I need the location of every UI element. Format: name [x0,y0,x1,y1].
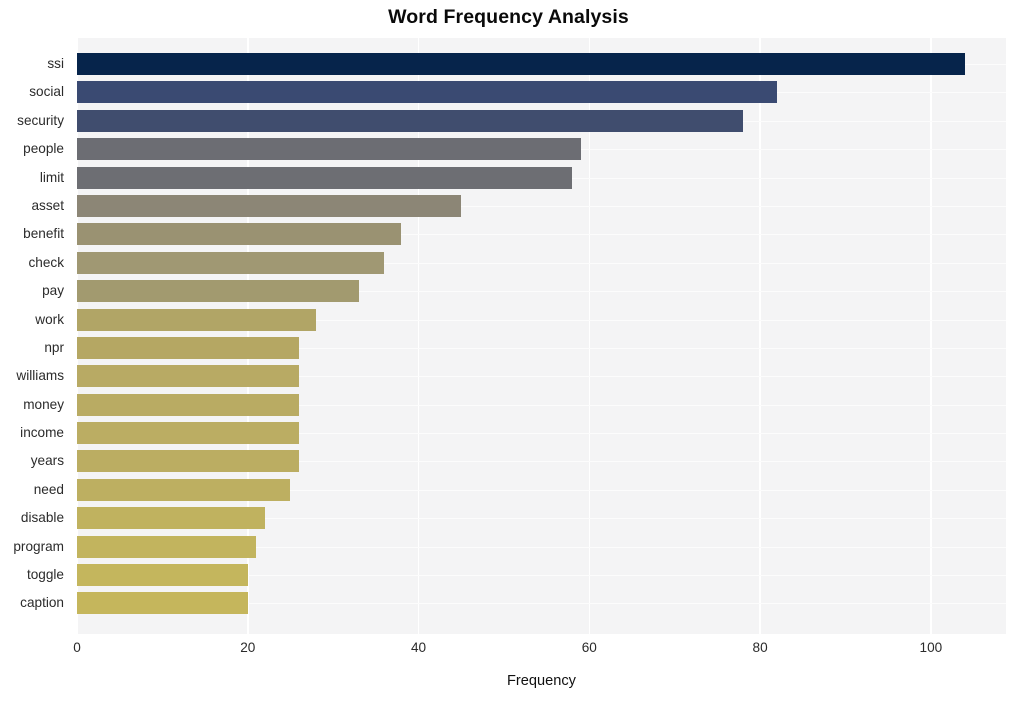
bar-program [77,535,257,558]
y-tick-label-limit: limit [39,169,64,185]
y-tick-label-npr: npr [44,339,64,355]
x-tick-label-100: 100 [919,640,943,655]
y-tick-label-program: program [13,538,64,554]
bar-years [77,450,299,473]
y-tick-label-money: money [23,396,64,412]
x-tick-label-80: 80 [752,640,768,655]
x-axis-tick-labels: 0 20 40 60 80 100 [0,640,1017,664]
gridline-vertical [930,38,932,634]
y-tick-label-toggle: toggle [26,566,64,582]
bar-work [77,308,317,331]
y-tick-label-disable: disable [20,510,64,526]
x-tick-label-20: 20 [240,640,256,655]
bar-money [77,393,299,416]
bar-benefit [77,223,402,246]
bar-check [77,251,385,274]
x-tick-label-40: 40 [410,640,427,655]
y-tick-label-income: income [20,425,64,441]
bar-limit [77,166,573,189]
y-tick-label-security: security [17,112,64,128]
y-axis-tick-labels: ssi social security people limit asset benefit… [0,38,70,634]
bar-security [77,109,743,132]
bar-toggle [77,563,248,586]
bar-social [77,81,778,104]
y-tick-label-caption: caption [20,595,64,611]
bar-income [77,422,299,445]
bar-ssi [77,53,965,76]
y-tick-label-people: people [23,141,64,157]
bar-asset [77,195,462,218]
y-tick-label-benefit: benefit [23,226,64,242]
bar-npr [77,336,299,359]
plot-area [77,38,1006,634]
bar-people [77,138,581,161]
bar-williams [77,365,299,388]
bar-caption [77,592,248,615]
y-tick-label-williams: williams [16,368,64,384]
y-tick-label-social: social [29,84,64,100]
gridline-vertical [759,38,761,634]
x-axis-label: Frequency [507,673,576,689]
x-tick-label-0: 0 [73,640,81,655]
y-tick-label-pay: pay [42,283,64,299]
bar-disable [77,507,265,530]
y-tick-label-ssi: ssi [47,56,64,72]
y-tick-label-need: need [33,481,64,497]
chart-figure: Word Frequency Analysis ssi social securit… [0,0,1017,701]
y-tick-label-work: work [35,311,64,327]
y-tick-label-check: check [28,254,64,270]
y-tick-label-asset: asset [31,198,65,214]
bar-need [77,478,291,501]
x-tick-label-60: 60 [581,640,597,655]
chart-title: Word Frequency Analysis [388,6,629,28]
y-tick-label-years: years [30,453,64,469]
bar-pay [77,280,359,303]
